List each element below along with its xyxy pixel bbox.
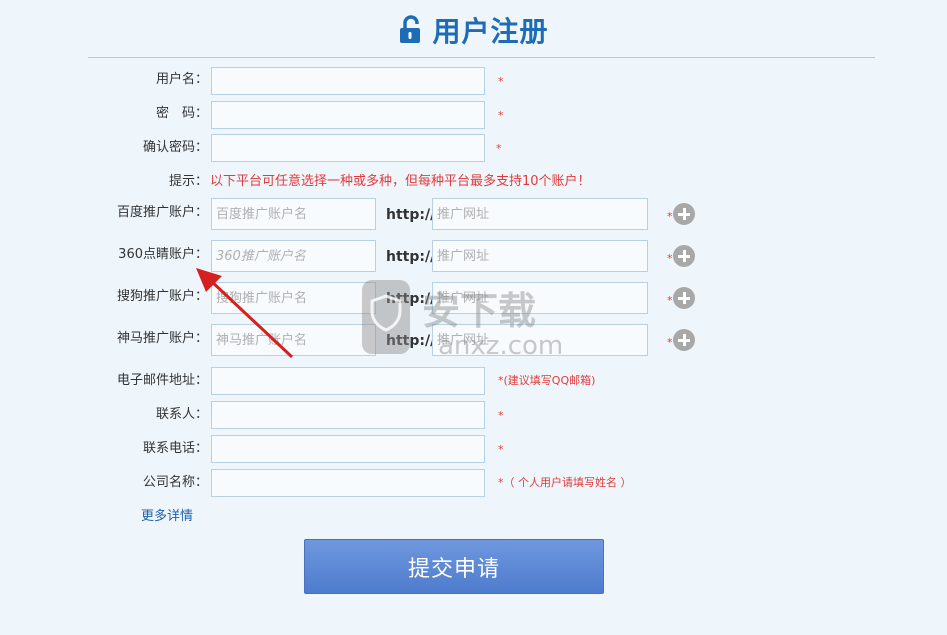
confirm-required-mark: * bbox=[496, 142, 502, 155]
tip-text: 以下平台可任意选择一种或多种，但每种平台最多支持10个账户！ bbox=[210, 174, 591, 189]
password-input[interactable] bbox=[211, 101, 485, 129]
company-input[interactable] bbox=[211, 469, 485, 497]
baidu-account-input[interactable] bbox=[211, 198, 376, 230]
confirm-password-input[interactable] bbox=[211, 134, 485, 162]
baidu-http-prefix: http:// bbox=[386, 207, 436, 223]
email-hint: *(建议填写QQ邮箱) bbox=[498, 374, 596, 387]
sogou-url-input[interactable] bbox=[432, 282, 648, 314]
shenma-account-label: 神马推广账户： bbox=[116, 331, 208, 346]
tip-label: 提示： bbox=[168, 174, 208, 189]
page-header: 用户注册 bbox=[0, 10, 947, 50]
sogou-add-icon[interactable] bbox=[673, 287, 695, 309]
p360-url-input[interactable] bbox=[432, 240, 648, 272]
shenma-url-input[interactable] bbox=[432, 324, 648, 356]
contact-person-label: 联系人： bbox=[155, 407, 208, 422]
company-label: 公司名称： bbox=[142, 475, 208, 490]
shenma-account-input[interactable] bbox=[211, 324, 376, 356]
contact-person-input[interactable] bbox=[211, 401, 485, 429]
email-label: 电子邮件地址： bbox=[116, 373, 208, 388]
phone-label: 联系电话： bbox=[142, 441, 208, 456]
username-required-mark: * bbox=[498, 75, 504, 88]
email-input[interactable] bbox=[211, 367, 485, 395]
contact-required-mark: * bbox=[498, 409, 504, 422]
p360-required-mark: * bbox=[667, 252, 673, 265]
p360-account-input[interactable] bbox=[211, 240, 376, 272]
p360-account-label: 360点睛账户： bbox=[118, 247, 208, 262]
unlock-icon bbox=[400, 15, 421, 43]
baidu-add-icon[interactable] bbox=[673, 203, 695, 225]
phone-input[interactable] bbox=[211, 435, 485, 463]
password-label: 密 码： bbox=[155, 106, 208, 121]
baidu-required-mark: * bbox=[667, 210, 673, 223]
username-input[interactable] bbox=[211, 67, 485, 95]
password-required-mark: * bbox=[498, 109, 504, 122]
submit-button[interactable]: 提交申请 bbox=[304, 539, 604, 594]
shenma-http-prefix: http:// bbox=[386, 333, 436, 349]
more-details-link[interactable]: 更多详情 bbox=[141, 507, 193, 527]
sogou-http-prefix: http:// bbox=[386, 291, 436, 307]
company-hint: *（ 个人用户请填写姓名 ） bbox=[498, 476, 632, 489]
sogou-account-label: 搜狗推广账户： bbox=[116, 289, 208, 304]
shenma-required-mark: * bbox=[667, 336, 673, 349]
phone-required-mark: * bbox=[498, 443, 504, 456]
p360-add-icon[interactable] bbox=[673, 245, 695, 267]
shenma-add-icon[interactable] bbox=[673, 329, 695, 351]
username-label: 用户名： bbox=[155, 72, 208, 87]
baidu-url-input[interactable] bbox=[432, 198, 648, 230]
p360-http-prefix: http:// bbox=[386, 249, 436, 265]
sogou-required-mark: * bbox=[667, 294, 673, 307]
baidu-account-label: 百度推广账户： bbox=[116, 205, 208, 220]
header-divider bbox=[88, 57, 875, 58]
confirm-password-label: 确认密码： bbox=[142, 140, 208, 155]
page-title: 用户注册 bbox=[432, 15, 549, 48]
sogou-account-input[interactable] bbox=[211, 282, 376, 314]
